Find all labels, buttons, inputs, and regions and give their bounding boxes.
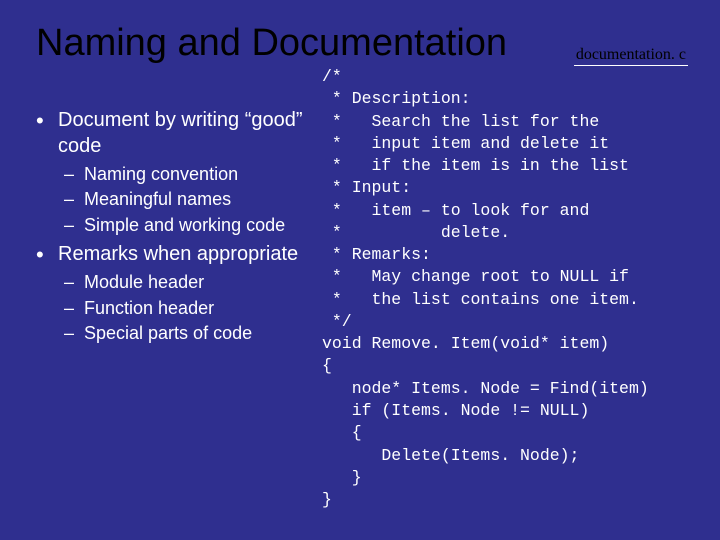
bullet-sub-1-1: Naming convention <box>36 163 334 186</box>
bullet-main-2: Remarks when appropriate <box>36 241 334 267</box>
filename-label: documentation. c <box>574 46 688 66</box>
bullet-sub-2-2: Function header <box>36 297 334 320</box>
bullet-main-1: Document by writing “good” code <box>36 107 334 159</box>
content-row: Document by writing “good” code Naming c… <box>36 69 690 347</box>
bullet-sub-1-3: Simple and working code <box>36 214 334 237</box>
bullet-sub-1-2: Meaningful names <box>36 188 334 211</box>
code-column: /* * Description: * Search the list for … <box>322 66 702 511</box>
bullet-column: Document by writing “good” code Naming c… <box>36 69 334 347</box>
bullet-sub-2-3: Special parts of code <box>36 322 334 345</box>
bullet-sub-2-1: Module header <box>36 271 334 294</box>
slide: Naming and Documentation documentation. … <box>0 0 720 540</box>
code-block: /* * Description: * Search the list for … <box>322 66 702 511</box>
